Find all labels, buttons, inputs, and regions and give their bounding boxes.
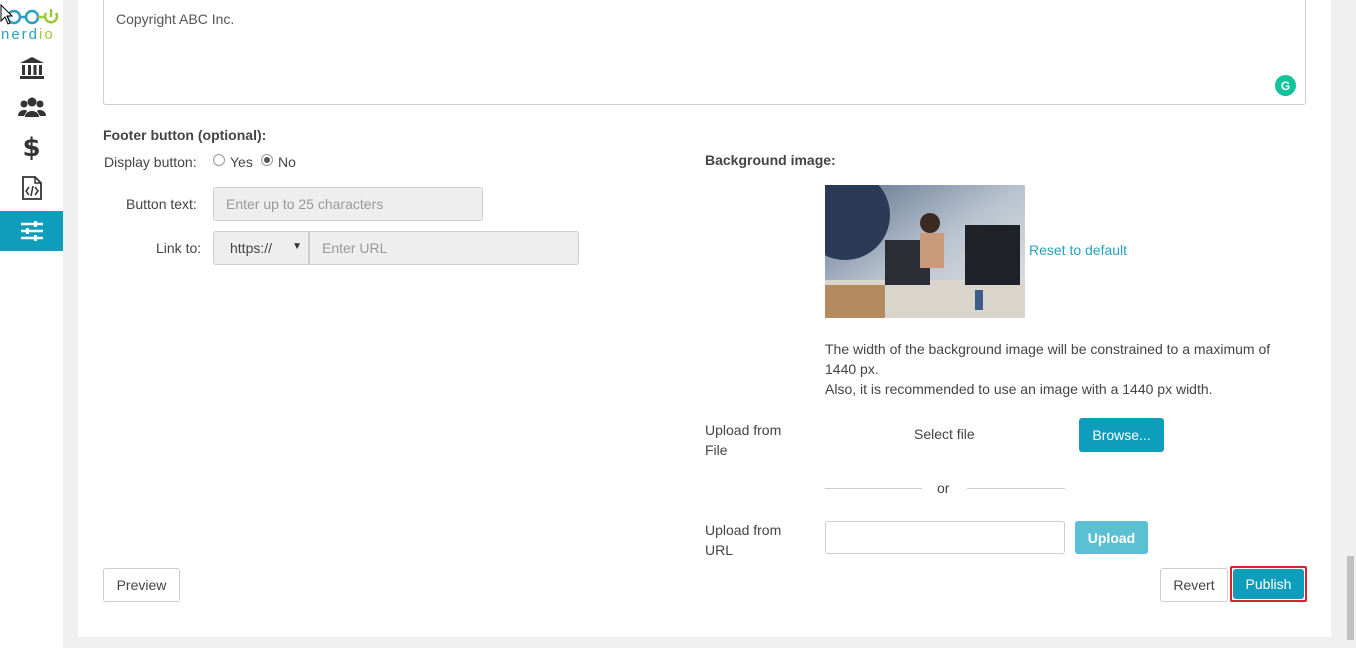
or-text: or (937, 480, 950, 496)
logo-text-accent: io (39, 26, 55, 43)
no-label[interactable]: No (278, 154, 296, 170)
display-button-yes-radio[interactable] (213, 154, 225, 166)
background-image-heading: Background image: (705, 152, 836, 168)
background-image-preview (825, 185, 1025, 318)
link-to-label: Link to: (156, 240, 202, 256)
dollar-icon: $ (22, 133, 41, 163)
caret-down-icon: ▼ (292, 241, 302, 252)
protocol-select[interactable]: https:// ▼ (213, 231, 309, 265)
button-text-placeholder: Enter up to 25 characters (226, 196, 384, 212)
or-divider-left (825, 488, 922, 489)
reset-to-default-link[interactable]: Reset to default (1029, 242, 1127, 258)
editor-content: Copyright ABC Inc. (116, 11, 235, 27)
note-line-1: The width of the background image will b… (825, 341, 1271, 377)
nav-item-billing[interactable]: $ (0, 128, 63, 168)
grammarly-icon[interactable]: G (1275, 75, 1296, 96)
mouse-cursor-icon (0, 4, 14, 25)
upload-from-file-label: Upload from File (705, 422, 782, 458)
bank-icon (19, 56, 45, 80)
yes-label[interactable]: Yes (230, 154, 253, 170)
url-placeholder: Enter URL (322, 240, 388, 256)
note-line-2: Also, it is recommended to use an image … (825, 381, 1213, 397)
footer-text-editor[interactable]: Copyright ABC Inc. (103, 0, 1306, 105)
publish-highlight-outline (1230, 566, 1307, 602)
button-text-label: Button text: (126, 196, 197, 212)
url-input[interactable]: Enter URL (309, 231, 579, 265)
scrollbar-thumb[interactable] (1347, 556, 1354, 640)
code-file-icon (21, 176, 43, 200)
nav-item-scripts[interactable] (0, 168, 63, 208)
sidebar: nerdio $ (0, 0, 63, 648)
upload-button[interactable]: Upload (1075, 521, 1148, 554)
button-text-input[interactable]: Enter up to 25 characters (213, 187, 483, 221)
preview-button[interactable]: Preview (103, 568, 180, 602)
select-file-text: Select file (914, 426, 975, 442)
browse-button[interactable]: Browse... (1079, 418, 1164, 452)
upload-from-url-label: Upload from URL (705, 522, 782, 558)
or-divider-right (967, 488, 1065, 489)
nav-item-settings[interactable] (0, 211, 63, 251)
nav-item-users[interactable] (0, 87, 63, 127)
image-url-input[interactable] (825, 521, 1065, 554)
display-button-label: Display button: (104, 154, 197, 170)
logo-text-main: nerd (1, 26, 40, 43)
sliders-icon (20, 221, 44, 241)
page-scrollbar[interactable] (1345, 0, 1356, 648)
protocol-value: https:// (230, 240, 273, 256)
background-image-note: The width of the background image will b… (825, 339, 1305, 399)
revert-button[interactable]: Revert (1160, 568, 1228, 602)
nav-item-accounts[interactable] (0, 48, 63, 88)
display-button-no-radio[interactable] (261, 154, 273, 166)
footer-button-heading: Footer button (optional): (103, 127, 267, 143)
users-icon (17, 96, 46, 118)
